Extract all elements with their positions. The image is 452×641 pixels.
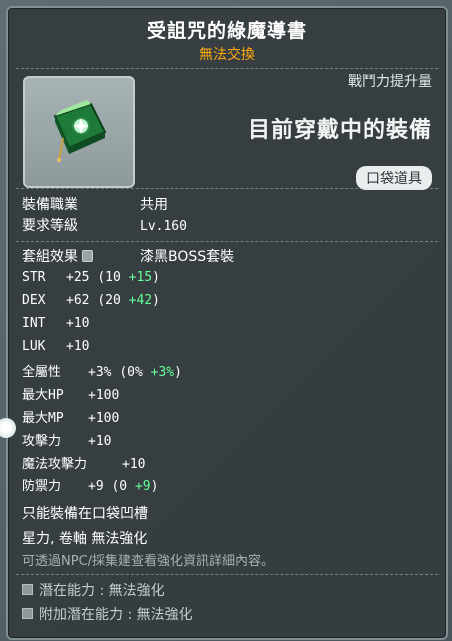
stat-matt: 魔法攻擊力 +10 [22, 457, 146, 472]
divider [16, 574, 438, 576]
stat-luk: LUK +10 [22, 339, 90, 354]
stat-all: 全屬性 +3% (0% +3%) [22, 365, 182, 380]
trade-status: 無法交換 [199, 47, 255, 63]
level-value: Lv.160 [140, 219, 187, 234]
cursed-green-spellbook-icon [53, 100, 107, 162]
stat-def: 防禦力 +9 (0 +9) [22, 479, 159, 494]
job-value: 共用 [140, 197, 168, 213]
divider [16, 241, 438, 243]
bullet-icon [22, 608, 33, 619]
set-name: 漆黑BOSS套裝 [140, 249, 235, 265]
set-label: 套組效果 [22, 249, 78, 265]
level-row: 要求等級 Lv.160 [22, 215, 187, 235]
job-row: 裝備職業 共用 [22, 194, 168, 214]
potential-row: 潛在能力 : 無法強化 [22, 580, 165, 600]
stat-int: INT +10 [22, 316, 90, 331]
npc-note: 可透過NPC/採集建查看強化資訊詳細內容。 [22, 554, 275, 569]
stat-mp: 最大MP +100 [22, 411, 120, 426]
divider [16, 188, 438, 190]
slot-note: 只能裝備在口袋凹槽 [22, 506, 148, 522]
set-row: 套組效果 漆黑BOSS套裝 [22, 246, 234, 266]
bullet-icon [22, 584, 33, 595]
level-label: 要求等級 [22, 218, 78, 234]
stat-att: 攻擊力 +10 [22, 434, 112, 449]
currently-equipped-label: 目前穿戴中的裝備 [247, 118, 432, 143]
item-icon-frame [23, 76, 135, 188]
combat-power-label: 戰鬥力提升量 [348, 74, 432, 90]
bonus-potential-row: 附加潛在能力 : 無法強化 [22, 604, 193, 624]
enhance-note: 星力, 卷軸 無法強化 [22, 531, 148, 547]
lock-icon [82, 250, 93, 262]
item-name: 受詛咒的綠魔導書 [146, 20, 307, 42]
stat-dex: DEX +62 (20 +42) [22, 293, 160, 308]
stat-hp: 最大HP +100 [22, 388, 120, 403]
divider [16, 68, 438, 70]
item-tooltip: 受詛咒的綠魔導書 無法交換 戰鬥力提升量 目前穿戴中的裝備 口袋道具 裝備職業 共… [6, 6, 448, 640]
stat-str: STR +25 (10 +15) [22, 270, 160, 285]
slot-badge: 口袋道具 [356, 166, 432, 190]
job-label: 裝備職業 [22, 197, 78, 213]
